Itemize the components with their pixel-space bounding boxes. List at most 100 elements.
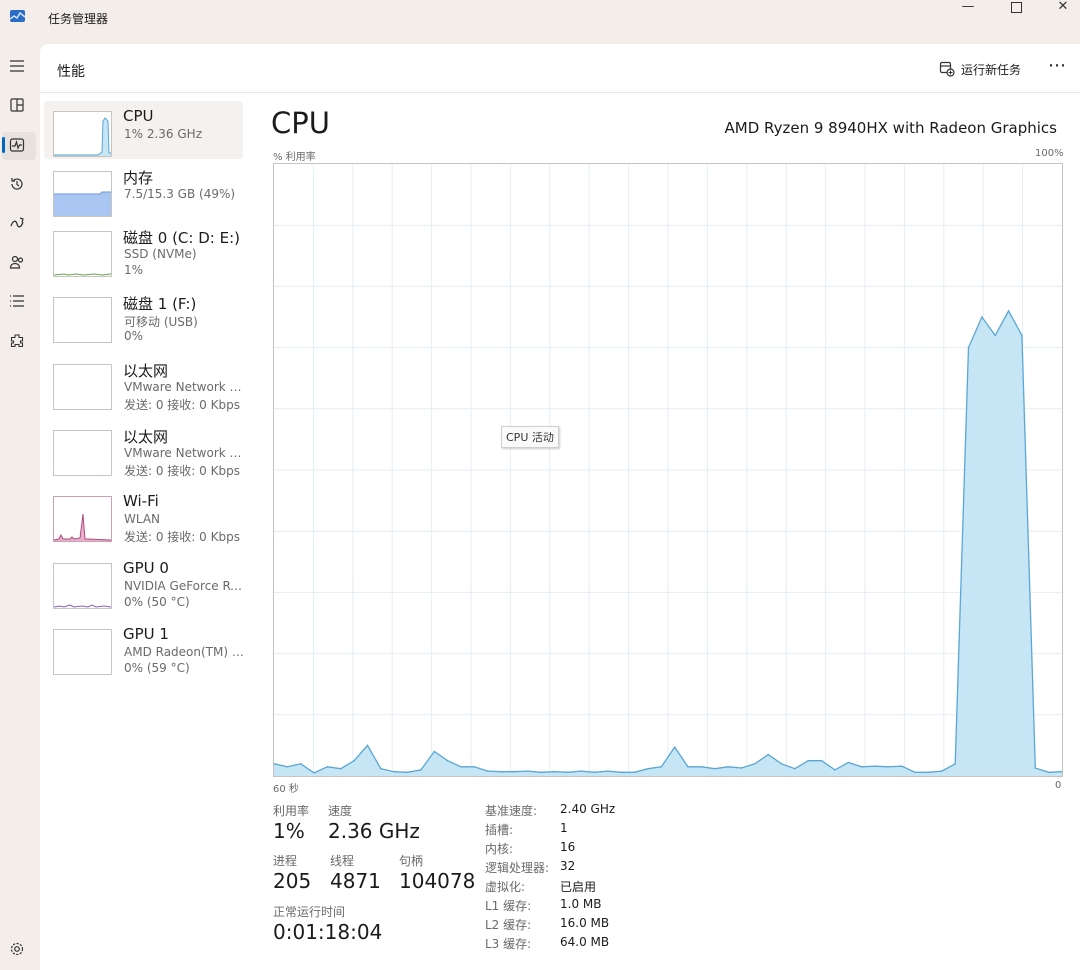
processes-value: 205	[273, 869, 312, 893]
spec-value: 16	[560, 840, 576, 854]
spec-value: 32	[560, 859, 576, 873]
cpu-usage-point	[807, 759, 809, 762]
cpu-usage-point	[567, 771, 569, 774]
nav-settings[interactable]	[6, 938, 28, 960]
threads-label: 线程	[330, 854, 355, 868]
spec-value: 2.40 GHz	[560, 802, 616, 816]
speed-value: 2.36 GHz	[328, 819, 420, 843]
spec-value: 1.0 MB	[560, 897, 602, 911]
spec-value: 16.0 MB	[560, 916, 610, 930]
wifi-thumbnail-graph	[53, 496, 112, 542]
cpu-usage-chart	[273, 164, 1063, 776]
sidebar-item-gpu-0[interactable]: GPU 0 NVIDIA GeForce RT... 0% (50 °C)	[44, 553, 244, 611]
minimize-button[interactable]: —	[945, 0, 991, 16]
gpu-0-thumbnail-graph	[53, 563, 112, 609]
nav-details[interactable]	[6, 290, 28, 312]
nav-performance[interactable]	[6, 134, 28, 156]
nav-users[interactable]	[6, 251, 28, 273]
cpu-usage-point	[860, 766, 863, 768]
cpu-usage-point	[1047, 771, 1050, 774]
sidebar-item-gpu-1[interactable]: GPU 1 AMD Radeon(TM) 6... 0% (59 °C)	[44, 619, 244, 677]
run-new-task-button[interactable]: 运行新任务	[939, 58, 1021, 80]
close-button[interactable]: ✕	[1040, 0, 1080, 16]
sidebar-item-memory[interactable]: 内存 7.5/15.3 GB (49%)	[44, 161, 243, 219]
cpu-usage-point	[927, 771, 930, 774]
maximize-button[interactable]	[993, 0, 1039, 16]
details-icon	[10, 295, 24, 307]
sidebar-item-detail: 7.5/15.3 GB (49%)	[124, 187, 236, 201]
cpu-usage-point	[820, 759, 823, 762]
sidebar-item-throughput: 发送: 0 接收: 0 Kbps	[124, 464, 240, 478]
cpu-usage-point	[887, 766, 890, 768]
speed-label: 速度	[328, 804, 353, 818]
cpu-usage-point	[366, 744, 369, 747]
handles-value: 104078	[399, 869, 476, 893]
services-icon	[10, 334, 24, 348]
cpu-usage-point	[540, 771, 542, 774]
cpu-usage-point	[713, 767, 716, 770]
sidebar-item-label: 以太网	[123, 428, 169, 446]
y-axis-label: % 利用率	[273, 152, 316, 163]
page-title: 性能	[57, 64, 85, 80]
nav-app-history[interactable]	[6, 173, 28, 195]
nav-services[interactable]	[6, 330, 28, 352]
run-new-task-icon	[939, 61, 955, 77]
header-divider	[40, 92, 1080, 93]
ethernet-1-thumbnail-graph	[53, 364, 112, 410]
cpu-usage-point	[941, 770, 943, 772]
sidebar-item-ethernet-2[interactable]: 以太网 VMware Network A... 发送: 0 接收: 0 Kbps	[44, 420, 244, 478]
sidebar-item-throughput: 发送: 0 接收: 0 Kbps	[124, 530, 240, 544]
users-icon	[9, 255, 24, 269]
cpu-usage-point	[874, 765, 876, 767]
disk-0-thumbnail-graph	[53, 231, 112, 277]
sidebar-item-detail: VMware Network A...	[124, 446, 244, 460]
spec-value: 1	[560, 821, 568, 835]
spec-label: L3 缓存:	[485, 937, 532, 951]
sidebar-item-disk-1[interactable]: 磁盘 1 (F:) 可移动 (USB) 0%	[44, 287, 243, 345]
spec-label: 插槽:	[485, 823, 514, 837]
cpu-usage-point	[700, 766, 703, 768]
cpu-usage-point	[460, 766, 462, 768]
gpu-1-thumbnail-graph	[53, 629, 112, 675]
sidebar-item-label: 内存	[123, 169, 154, 187]
cpu-usage-point	[994, 334, 996, 337]
y-axis-max-label: 100%	[1035, 148, 1064, 159]
threads-value: 4871	[330, 869, 381, 893]
spec-label: 虚拟化:	[485, 880, 526, 894]
cpu-usage-point	[486, 770, 489, 772]
cpu-usage-point	[473, 766, 476, 768]
cpu-usage-point	[660, 766, 663, 768]
cpu-usage-graph	[273, 163, 1063, 777]
spec-label: L2 缓存:	[485, 918, 532, 932]
nav-menu-button[interactable]	[6, 55, 28, 77]
uptime-value: 0:01:18:04	[273, 920, 383, 944]
sidebar-item-disk-0[interactable]: 磁盘 0 (C: D: E:) SSD (NVMe) 1%	[44, 221, 243, 279]
cpu-usage-point	[580, 770, 582, 772]
nav-startup-apps[interactable]	[6, 212, 28, 234]
performance-icon	[9, 138, 25, 152]
cpu-usage-point	[513, 770, 516, 773]
maximize-icon	[1010, 2, 1022, 13]
cpu-usage-point	[900, 765, 903, 767]
sidebar-item-cpu[interactable]: CPU 1% 2.36 GHz	[44, 101, 243, 159]
cpu-usage-point	[313, 772, 315, 774]
sidebar-item-ethernet-1[interactable]: 以太网 VMware Network A... 发送: 0 接收: 0 Kbps	[44, 354, 244, 412]
sidebar-item-detail: 可移动 (USB)	[124, 315, 198, 329]
sidebar-item-detail: NVIDIA GeForce RT...	[124, 579, 244, 593]
uptime-label: 正常运行时间	[273, 905, 346, 919]
more-options-button[interactable]: ⋯	[1048, 57, 1067, 75]
disk-1-thumbnail-graph	[53, 297, 112, 343]
task-manager-app-icon	[10, 10, 25, 22]
sidebar-item-usage: 0%	[124, 329, 144, 343]
cpu-usage-point	[847, 761, 850, 764]
cpu-usage-point	[914, 771, 916, 774]
title-bar: 任务管理器 — ✕	[0, 0, 1080, 40]
menu-icon	[10, 60, 24, 72]
utilization-value: 1%	[273, 819, 305, 843]
cpu-usage-point	[727, 766, 729, 768]
cpu-usage-point	[446, 759, 449, 762]
nav-processes[interactable]	[6, 94, 28, 116]
sidebar-item-wifi[interactable]: Wi-Fi WLAN 发送: 0 接收: 0 Kbps	[44, 486, 243, 544]
cpu-usage-point	[687, 766, 689, 768]
sidebar-item-usage: 1%	[124, 263, 144, 277]
